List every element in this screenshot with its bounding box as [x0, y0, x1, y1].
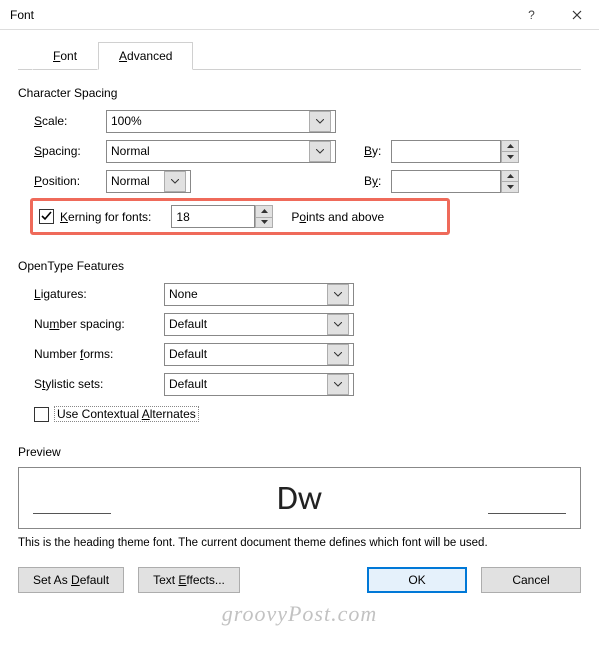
position-by-label: By:	[364, 174, 381, 188]
titlebar: Font ?	[0, 0, 599, 30]
tab-panel-advanced: Character Spacing Scale: 100% Spacing: N…	[18, 70, 581, 593]
spinner-down-icon[interactable]	[255, 217, 273, 229]
scale-combo[interactable]: 100%	[106, 110, 336, 133]
kerning-highlight: Kerning for fonts: 18 Points and above	[30, 198, 450, 235]
group-preview: Preview	[18, 445, 581, 459]
chevron-down-icon	[327, 314, 349, 335]
scale-label: Scale:	[34, 114, 106, 128]
row-ligatures: Ligatures: None	[34, 281, 581, 307]
preview-text: Dw	[277, 478, 322, 519]
row-number-forms: Number forms: Default	[34, 341, 581, 367]
spinner-up-icon[interactable]	[501, 140, 519, 152]
kerning-checkbox[interactable]	[39, 209, 54, 224]
preview-description: This is the heading theme font. The curr…	[18, 537, 581, 549]
number-spacing-label: Number spacing:	[34, 317, 164, 331]
spinner-down-icon[interactable]	[501, 151, 519, 163]
tab-bar: FFontont AdvancedAdvanced	[18, 42, 581, 70]
kerning-value[interactable]: 18	[171, 205, 255, 228]
kerning-suffix: Points and above	[291, 210, 384, 224]
close-button[interactable]	[554, 0, 599, 30]
stylistic-sets-combo[interactable]: Default	[164, 373, 354, 396]
ligatures-label: Ligatures:	[34, 287, 164, 301]
dialog-title: Font	[10, 8, 509, 22]
tab-font[interactable]: FFontont	[32, 42, 98, 70]
help-button[interactable]: ?	[509, 0, 554, 30]
spacing-value: Normal	[111, 144, 150, 158]
button-row: Set As Default Text Effects... OK Cancel	[18, 567, 581, 593]
chevron-down-icon	[327, 284, 349, 305]
position-by-value[interactable]	[391, 170, 501, 193]
number-forms-label: Number forms:	[34, 347, 164, 361]
kerning-spinner[interactable]: 18	[171, 205, 273, 228]
spinner-up-icon[interactable]	[501, 170, 519, 182]
contextual-alternates-checkbox[interactable]	[34, 407, 49, 422]
spacing-label: Spacing:	[34, 144, 106, 158]
chevron-down-icon	[309, 111, 331, 132]
row-position: Position: Normal By:	[34, 168, 581, 194]
row-stylistic-sets: Stylistic sets: Default	[34, 371, 581, 397]
group-character-spacing: Character Spacing	[18, 86, 581, 100]
ok-button[interactable]: OK	[367, 567, 467, 593]
cancel-button[interactable]: Cancel	[481, 567, 581, 593]
position-combo[interactable]: Normal	[106, 170, 191, 193]
chevron-down-icon	[327, 344, 349, 365]
check-icon	[41, 211, 52, 222]
contextual-alternates-label: Use Contextual Alternates	[55, 407, 198, 421]
ligatures-combo[interactable]: None	[164, 283, 354, 306]
stylistic-sets-label: Stylistic sets:	[34, 377, 164, 391]
position-label: Position:	[34, 174, 106, 188]
row-number-spacing: Number spacing: Default	[34, 311, 581, 337]
scale-value: 100%	[111, 114, 142, 128]
spacing-combo[interactable]: Normal	[106, 140, 336, 163]
group-opentype: OpenType Features	[18, 259, 581, 273]
number-forms-combo[interactable]: Default	[164, 343, 354, 366]
set-as-default-button[interactable]: Set As Default	[18, 567, 124, 593]
preview-box: Dw	[18, 467, 581, 529]
tab-advanced[interactable]: AdvancedAdvanced	[98, 42, 193, 70]
row-spacing: Spacing: Normal By:	[34, 138, 581, 164]
spinner-down-icon[interactable]	[501, 181, 519, 193]
dialog-body: FFontont AdvancedAdvanced Character Spac…	[0, 30, 599, 607]
chevron-down-icon	[164, 171, 186, 192]
kerning-label: Kerning for fonts:	[60, 210, 151, 224]
number-forms-value: Default	[169, 347, 207, 361]
spacing-by-label: By:	[364, 144, 381, 158]
chevron-down-icon	[327, 374, 349, 395]
position-value: Normal	[111, 174, 150, 188]
chevron-down-icon	[309, 141, 331, 162]
spacing-by-value[interactable]	[391, 140, 501, 163]
stylistic-sets-value: Default	[169, 377, 207, 391]
position-by-spinner[interactable]	[391, 170, 519, 193]
number-spacing-combo[interactable]: Default	[164, 313, 354, 336]
spinner-up-icon[interactable]	[255, 205, 273, 217]
spacing-by-spinner[interactable]	[391, 140, 519, 163]
row-contextual-alternates: Use Contextual Alternates	[34, 401, 581, 427]
text-effects-button[interactable]: Text Effects...	[138, 567, 240, 593]
number-spacing-value: Default	[169, 317, 207, 331]
close-icon	[572, 10, 582, 20]
ligatures-value: None	[169, 287, 198, 301]
row-scale: Scale: 100%	[34, 108, 581, 134]
